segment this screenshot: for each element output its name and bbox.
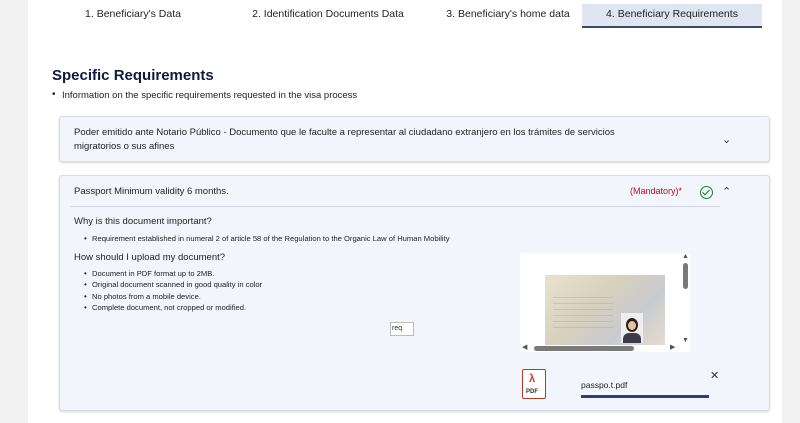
list-item: No photos from a mobile device. bbox=[84, 291, 262, 303]
scroll-down-arrow-icon[interactable]: ▼ bbox=[682, 337, 689, 344]
mandatory-badge: (Mandatory)* bbox=[630, 186, 683, 196]
chevron-down-icon[interactable]: ⌄ bbox=[722, 133, 731, 146]
preview-vertical-scrollbar[interactable]: ▲ ▼ bbox=[680, 253, 690, 346]
section-intro: Information on the specific requirements… bbox=[52, 89, 357, 101]
section-title: Specific Requirements bbox=[52, 67, 214, 84]
passport-text-lines bbox=[553, 293, 613, 333]
remove-file-icon[interactable]: ✕ bbox=[710, 369, 719, 382]
list-item: Document in PDF format up to 2MB. bbox=[84, 268, 262, 280]
upload-progress-fill bbox=[581, 395, 709, 398]
list-item: Requirement established in numeral 2 of … bbox=[84, 233, 450, 245]
how-list: Document in PDF format up to 2MB. Origin… bbox=[84, 268, 262, 314]
tab-identification-documents[interactable]: 2. Identification Documents Data bbox=[228, 4, 428, 28]
upload-progress-bar bbox=[581, 395, 709, 398]
pdf-file-icon: λ PDF bbox=[522, 369, 546, 399]
passport-photo bbox=[621, 313, 643, 343]
scrollbar-thumb[interactable] bbox=[683, 263, 688, 289]
list-item: Original document scanned in good qualit… bbox=[84, 279, 262, 291]
broken-image-placeholder: req bbox=[390, 322, 414, 336]
chevron-up-icon[interactable]: ⌃ bbox=[722, 185, 731, 198]
requirement-panel-power-of-attorney[interactable]: Poder emitido ante Notario Público - Doc… bbox=[59, 116, 770, 162]
tab-beneficiary-data[interactable]: 1. Beneficiary's Data bbox=[58, 4, 208, 28]
document-preview[interactable]: ▲ ▼ ◀ ▶ bbox=[520, 253, 690, 352]
tab-beneficiary-home-data[interactable]: 3. Beneficiary's home data bbox=[423, 4, 593, 28]
file-type-label: PDF bbox=[526, 389, 538, 395]
preview-horizontal-scrollbar[interactable]: ◀ ▶ bbox=[520, 343, 680, 352]
scroll-up-arrow-icon[interactable]: ▲ bbox=[682, 253, 689, 260]
page: 1. Beneficiary's Data 2. Identification … bbox=[28, 0, 782, 423]
why-heading: Why is this document important? bbox=[74, 216, 212, 227]
divider bbox=[70, 206, 720, 207]
scroll-left-arrow-icon[interactable]: ◀ bbox=[522, 343, 527, 351]
check-circle-icon bbox=[700, 186, 713, 199]
why-list: Requirement established in numeral 2 of … bbox=[84, 233, 450, 245]
how-heading: How should I upload my document? bbox=[74, 252, 226, 263]
requirement-panel-passport: Passport Minimum validity 6 months. (Man… bbox=[59, 175, 770, 411]
requirement-title: Poder emitido ante Notario Público - Doc… bbox=[74, 127, 615, 152]
requirement-title[interactable]: Passport Minimum validity 6 months. bbox=[74, 186, 229, 197]
scrollbar-thumb[interactable] bbox=[534, 346, 634, 351]
scroll-right-arrow-icon[interactable]: ▶ bbox=[670, 343, 675, 351]
uploaded-file-name[interactable]: passpo.t.pdf bbox=[581, 380, 627, 390]
tab-beneficiary-requirements[interactable]: 4. Beneficiary Requirements bbox=[582, 4, 762, 28]
wizard-tabs: 1. Beneficiary's Data 2. Identification … bbox=[28, 4, 782, 28]
passport-scan-image bbox=[545, 275, 665, 345]
list-item: Complete document, not cropped or modifi… bbox=[84, 302, 262, 314]
